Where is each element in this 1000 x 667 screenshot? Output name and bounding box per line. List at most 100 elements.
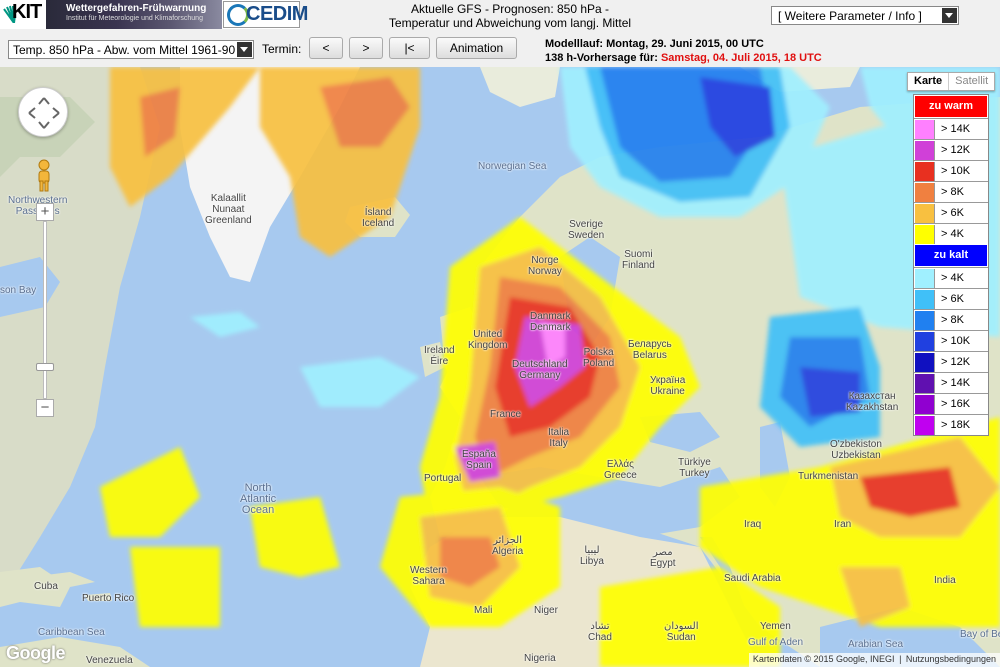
map-label-text: Türkiye Turkey xyxy=(678,457,711,479)
map-label-egypt: مصر Egypt xyxy=(650,547,676,569)
map-label-uk: United Kingdom xyxy=(468,329,507,351)
weather-map[interactable]: Kalaallit Nunaat Greenland Ísland Icelan… xyxy=(0,67,1000,667)
map-label-text: España Spain xyxy=(462,449,496,471)
more-parameters-value: [ Weitere Parameter / Info ] xyxy=(778,9,922,23)
first-step-button[interactable]: |< xyxy=(389,37,430,59)
logo-strip: KIT Wettergefahren-Frühwarnung Institut … xyxy=(0,0,308,29)
map-label-text: Cuba xyxy=(34,581,58,592)
legend-row-cold: > 8K xyxy=(914,309,988,330)
map-label-text: السودان Sudan xyxy=(664,621,699,643)
map-label-text: مصر Egypt xyxy=(650,547,676,569)
legend-swatch xyxy=(915,203,935,223)
map-label-norwegian-sea: Norwegian Sea xyxy=(478,161,546,172)
map-canvas xyxy=(0,67,1000,667)
more-parameters-select[interactable]: [ Weitere Parameter / Info ] xyxy=(771,6,959,25)
map-label-text: Western Sahara xyxy=(410,565,448,587)
map-type-map-button[interactable]: Karte xyxy=(908,73,948,90)
banner-subtitle: Institut für Meteorologie und Klimaforsc… xyxy=(66,15,203,22)
map-label-text: Sverige Sweden xyxy=(568,219,605,241)
zoom-in-button[interactable]: + xyxy=(36,203,54,221)
google-logo[interactable]: Google xyxy=(6,643,66,664)
map-label-text: Caribbean Sea xyxy=(38,627,105,638)
legend-swatch xyxy=(915,268,935,288)
field-select-value: Temp. 850 hPa - Abw. vom Mittel 1961-90 xyxy=(13,43,236,57)
map-label-niger: Niger xyxy=(534,605,558,616)
map-label-text: Niger xyxy=(534,605,558,616)
termin-label: Termin: xyxy=(262,42,302,56)
zoom-control: + − xyxy=(36,197,54,417)
banner-title: Wettergefahren-Frühwarnung xyxy=(66,3,207,14)
page-title-line2: Temperatur und Abweichung vom langj. Mit… xyxy=(388,16,632,30)
attribution-text: Kartendaten © 2015 Google, INEGI xyxy=(752,654,895,664)
legend-warm-header: zu warm xyxy=(915,96,987,117)
map-type-satellite-button[interactable]: Satellit xyxy=(948,73,994,90)
map-label-text: North Atlantic Ocean xyxy=(240,482,277,516)
map-label-belarus: Беларусь Belarus xyxy=(628,339,672,361)
map-label-text: Saudi Arabia xyxy=(724,573,781,584)
legend-label: > 18K xyxy=(941,419,971,431)
kit-logo[interactable]: KIT xyxy=(2,1,46,26)
map-label-text: United Kingdom xyxy=(468,329,508,351)
field-select[interactable]: Temp. 850 hPa - Abw. vom Mittel 1961-90 xyxy=(8,40,254,59)
legend-swatch xyxy=(915,394,935,414)
legend-swatch xyxy=(915,352,935,372)
map-label-text: Deutschland Germany xyxy=(512,359,568,381)
page-title: Aktuelle GFS - Prognosen: 850 hPa - Temp… xyxy=(360,2,660,30)
map-label-iceland: Ísland Iceland xyxy=(362,207,394,229)
legend-row-cold: > 10K xyxy=(914,330,988,351)
map-label-text: France xyxy=(490,409,522,420)
map-label-text: Kalaallit Nunaat Greenland xyxy=(205,193,252,226)
pan-control[interactable] xyxy=(18,87,68,137)
previous-step-button[interactable]: < xyxy=(309,37,343,59)
chevron-down-icon[interactable] xyxy=(237,42,252,57)
street-view-pegman-icon[interactable] xyxy=(36,159,52,193)
map-label-poland: Polska Poland xyxy=(583,347,614,369)
map-label-finland: Suomi Finland xyxy=(622,249,655,271)
map-label-text: تشاد Chad xyxy=(588,621,612,643)
zoom-slider-track[interactable] xyxy=(43,221,47,399)
legend-label: > 10K xyxy=(941,335,971,347)
map-label-text: ليبيا Libya xyxy=(580,545,604,567)
animation-button[interactable]: Animation xyxy=(436,37,517,59)
early-warning-banner[interactable]: Wettergefahren-Frühwarnung Institut für … xyxy=(46,0,222,29)
map-label-sweden: Sverige Sweden xyxy=(568,219,604,241)
map-label-text: Ireland Éire xyxy=(424,345,455,367)
zoom-out-button[interactable]: − xyxy=(36,399,54,417)
map-label-ireland: Ireland Éire xyxy=(424,345,455,367)
map-label-turkmenistan: Turkmenistan xyxy=(798,471,858,482)
map-label-text: Україна Ukraine xyxy=(650,375,686,397)
legend-label: > 14K xyxy=(941,123,971,135)
cedim-logo[interactable]: CEDIM xyxy=(223,1,308,28)
map-label-iraq: Iraq xyxy=(744,519,761,530)
map-label-text: son Bay xyxy=(0,285,37,296)
map-label-text: Norwegian Sea xyxy=(478,161,547,172)
chevron-down-icon[interactable] xyxy=(942,8,957,23)
map-label-iran: Iran xyxy=(834,519,851,530)
map-label-mali: Mali xyxy=(474,605,492,616)
legend-label: > 16K xyxy=(941,398,971,410)
legend-label: > 8K xyxy=(941,314,964,326)
map-label-denmark: Danmark Denmark xyxy=(530,311,571,333)
legend-swatch xyxy=(915,310,935,330)
map-label-text: Bay of Be xyxy=(960,629,1000,640)
zoom-slider-handle[interactable] xyxy=(36,363,54,371)
map-label-text: Portugal xyxy=(424,473,462,484)
legend-label: > 4K xyxy=(941,228,964,240)
next-step-button[interactable]: > xyxy=(349,37,383,59)
legend-cold-header: zu kalt xyxy=(915,245,987,266)
map-label-text: Gulf of Aden xyxy=(748,637,804,648)
map-label-chad: تشاد Chad xyxy=(588,621,612,643)
map-label-gulf-aden: Gulf of Aden xyxy=(748,637,803,648)
map-label-text: Italia Italy xyxy=(548,427,570,449)
map-label-saudi: Saudi Arabia xyxy=(724,573,781,584)
map-label-ukraine: Україна Ukraine xyxy=(650,375,685,397)
legend-label: > 12K xyxy=(941,144,971,156)
cedim-logo-text: CEDIM xyxy=(246,3,308,25)
map-label-text: Iran xyxy=(834,519,852,530)
terms-link[interactable]: Nutzungsbedingungen xyxy=(906,654,996,664)
map-label-greece: Ελλάς Greece xyxy=(604,459,637,481)
map-label-text: Puerto Rico xyxy=(82,593,135,604)
legend-row-warm: > 8K xyxy=(914,181,988,202)
map-label-text: Polska Poland xyxy=(583,347,615,369)
legend-row-warm: > 14K xyxy=(914,118,988,139)
